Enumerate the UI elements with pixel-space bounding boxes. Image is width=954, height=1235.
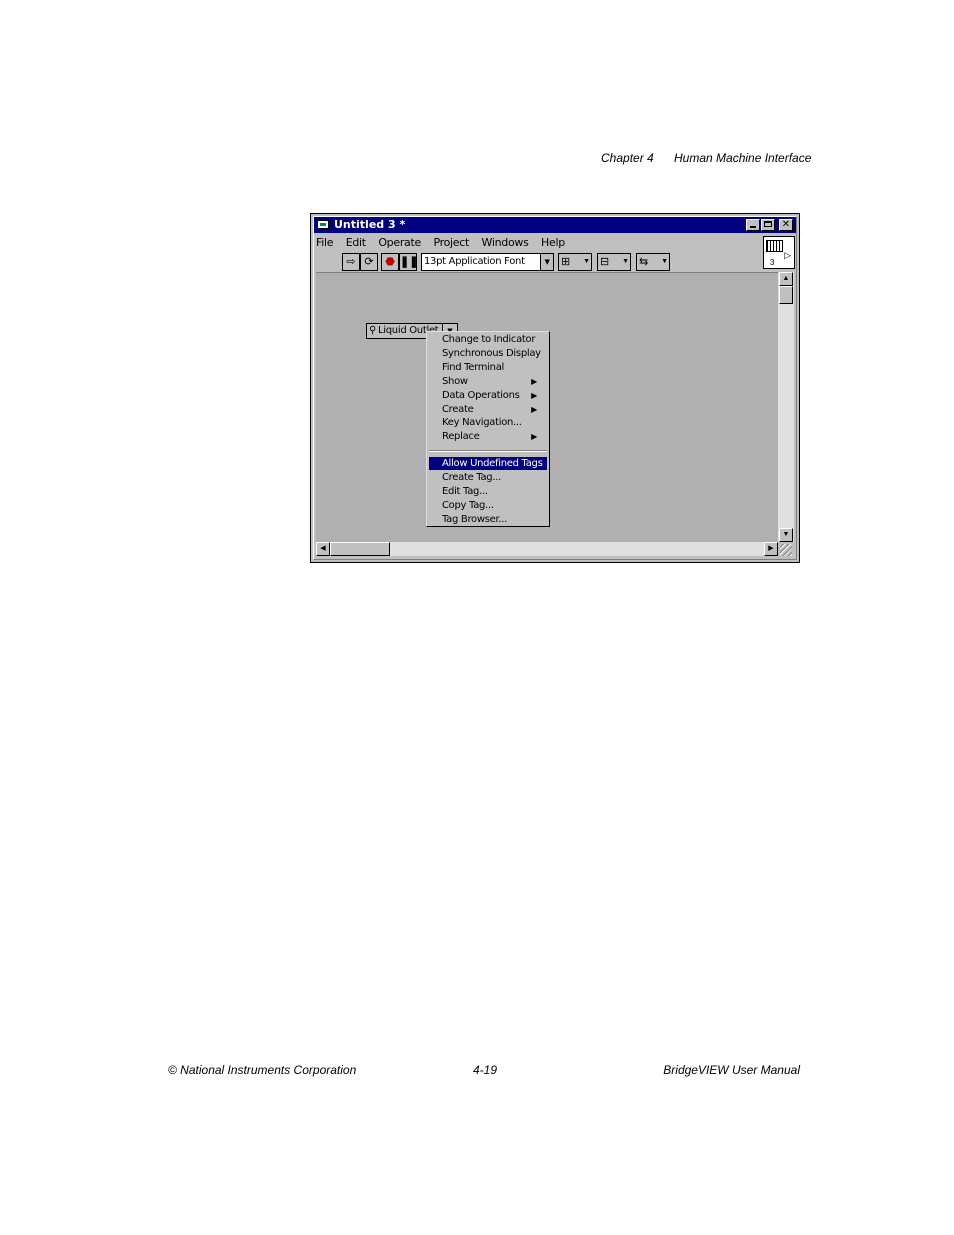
context-menu-tag-item[interactable]: Tag Browser... [429,513,547,526]
menu-edit[interactable]: Edit [346,236,366,249]
context-menu-tag-item[interactable]: Edit Tag... [429,485,547,498]
context-menu-item-label: Key Navigation... [442,417,522,429]
scroll-left-icon[interactable]: ◀ [316,542,330,556]
chevron-down-icon: ▼ [661,258,668,265]
context-menu-item[interactable]: Synchronous Display [429,347,547,360]
bridgeview-window: Untitled 3 * ✕ File Edit Operate Project… [310,213,800,563]
context-menu-item-label: Replace [442,431,480,443]
align-objects-button[interactable]: ⊞ ▼ [558,253,592,271]
vi-grid-icon [766,240,783,252]
chevron-down-icon: ▼ [622,258,629,265]
vertical-scrollbar[interactable]: ▲ ▼ [778,272,794,542]
front-panel[interactable]: ⚲ Liquid Outlet ▼ Change to IndicatorSyn… [316,272,778,543]
vertical-scroll-thumb[interactable] [779,286,793,304]
menu-windows[interactable]: Windows [482,236,529,249]
context-menu-item[interactable]: Show ▶ [429,375,547,388]
context-menu-item-label: Create Tag... [442,472,501,484]
footer-copyright: © National Instruments Corporation [168,1063,357,1077]
minimize-button[interactable] [746,219,760,231]
context-menu-tag-item[interactable]: Allow Undefined Tags [429,457,547,471]
horizontal-scroll-thumb[interactable] [330,542,390,556]
context-menu-item[interactable]: Change to Indicator [429,333,547,346]
submenu-arrow-icon: ▶ [531,404,537,414]
submenu-arrow-icon: ▶ [531,376,537,386]
context-menu-item-label: Find Terminal [442,361,505,373]
maximize-button[interactable] [761,219,775,231]
window-title: Untitled 3 * [334,218,406,231]
context-menu-item[interactable]: Replace ▶ [429,430,547,443]
scroll-down-icon[interactable]: ▼ [779,528,793,542]
pause-icon[interactable]: ❚❚ [399,253,418,271]
vi-icon[interactable]: ▷ 3 [763,236,795,269]
pin-icon: ⚲ [369,325,377,336]
chevron-down-icon: ▼ [540,254,553,270]
context-menu-item-label: Allow Undefined Tags [442,458,543,470]
vi-arrow-icon: ▷ [784,250,791,260]
font-select-value: 13pt Application Font [424,256,525,267]
header-section: Human Machine Interface [674,151,812,165]
menu-separator [429,450,547,453]
font-select[interactable]: 13pt Application Font ▼ [421,253,554,271]
context-menu-item[interactable]: Find Terminal [429,361,547,374]
context-menu-tag-item[interactable]: Copy Tag... [429,499,547,512]
context-menu-item-label: Data Operations [442,389,520,401]
close-button[interactable]: ✕ [779,219,793,231]
context-menu-item-label: Create [442,403,474,415]
run-continuously-icon[interactable]: ⟳ [360,253,378,271]
footer-manual-title: BridgeVIEW User Manual [663,1063,800,1077]
horizontal-scrollbar[interactable]: ◀ ▶ [316,542,778,556]
menu-project[interactable]: Project [433,236,469,249]
context-menu-item-label: Synchronous Display [442,347,541,359]
distribute-objects-button[interactable]: ⊟ ▼ [597,253,631,271]
context-menu-item-label: Show [442,375,468,387]
scroll-right-icon[interactable]: ▶ [764,542,778,556]
app-icon[interactable] [317,220,329,229]
context-menu-item-label: Edit Tag... [442,486,488,497]
resize-grip-icon[interactable] [780,544,792,556]
menu-help[interactable]: Help [541,236,565,249]
title-bar[interactable]: Untitled 3 * ✕ [314,217,796,233]
context-menu-item-label: Tag Browser... [442,513,508,525]
submenu-arrow-icon: ▶ [531,432,537,442]
footer-page-number: 4-19 [473,1063,498,1077]
menu-bar: File Edit Operate Project Windows Help [316,235,574,251]
context-menu-item[interactable]: Key Navigation... [429,416,547,429]
vi-icon-number: 3 [770,258,775,267]
submenu-arrow-icon: ▶ [531,390,537,400]
header-chapter: Chapter 4 [601,151,654,165]
context-menu-item-label: Change to Indicator [442,334,536,345]
run-arrow-icon[interactable]: ⇨ [342,253,360,271]
scroll-up-icon[interactable]: ▲ [779,272,793,286]
context-menu-item[interactable]: Create ▶ [429,403,547,416]
context-menu-item-label: Copy Tag... [442,499,494,511]
context-menu-tag-item[interactable]: Create Tag... [429,471,547,484]
menu-operate[interactable]: Operate [378,236,421,249]
abort-icon[interactable]: ⬣ [381,253,399,271]
reorder-button[interactable]: ⇆ ▼ [636,253,670,271]
context-menu-item[interactable]: Data Operations ▶ [429,389,547,402]
context-menu: Change to Indicator Synchronous Display Fi… [426,331,550,527]
menu-file[interactable]: File [316,236,334,249]
chevron-down-icon: ▼ [583,258,590,265]
